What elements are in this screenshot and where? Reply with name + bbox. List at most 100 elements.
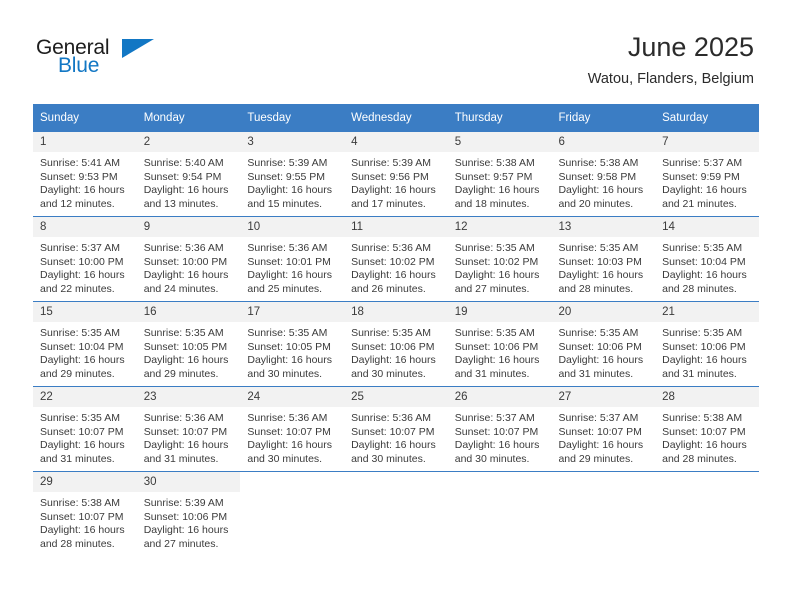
sunrise-text: Sunrise: 5:35 AM: [40, 327, 120, 339]
sunset-text: Sunset: 10:06 PM: [143, 510, 228, 523]
day-cell[interactable]: 18 Sunrise: 5:35 AM Sunset: 10:06 PM Daylig…: [344, 301, 448, 387]
day-number: 14: [655, 217, 759, 237]
day-cell[interactable]: 17 Sunrise: 5:35 AM Sunset: 10:05 PM Daylig…: [240, 301, 345, 387]
day-number: [655, 472, 759, 479]
day-number: 10: [240, 217, 345, 237]
triangle-logo-icon: [122, 39, 154, 58]
day-number: 21: [655, 302, 759, 322]
calendar-week-row: 15 Sunrise: 5:35 AM Sunset: 10:04 PM Daylig…: [33, 301, 759, 387]
day-cell[interactable]: 21 Sunrise: 5:35 AM Sunset: 10:06 PM Daylig…: [655, 301, 759, 387]
sunrise-text: Sunrise: 5:36 AM: [143, 412, 224, 424]
day-cell[interactable]: 26 Sunrise: 5:37 AM Sunset: 10:07 PM Daylig…: [447, 386, 552, 472]
sunset-text: Sunset: 9:54 PM: [143, 170, 222, 183]
day-cell[interactable]: 5 Sunrise: 5:38 AM Sunset: 9:57 PM Daylight…: [447, 132, 552, 217]
sunrise-text: Sunrise: 5:35 AM: [454, 327, 535, 339]
sunset-text: Sunset: 10:05 PM: [247, 340, 331, 353]
calendar-body: 1 Sunrise: 5:41 AM Sunset: 9:53 PM Daylight…: [33, 132, 759, 556]
day-cell[interactable]: 15 Sunrise: 5:35 AM Sunset: 10:04 PM Daylig…: [33, 301, 137, 387]
day-cell[interactable]: 10 Sunrise: 5:36 AM Sunset: 10:01 PM Daylig…: [240, 216, 345, 302]
weekday-header-friday: Friday: [551, 104, 656, 132]
day-cell[interactable]: 2 Sunrise: 5:40 AM Sunset: 9:54 PM Daylight…: [136, 132, 241, 217]
daylight-text-line2: and 27 minutes.: [143, 537, 219, 550]
day-cell[interactable]: 28 Sunrise: 5:38 AM Sunset: 10:07 PM Daylig…: [655, 386, 759, 472]
day-number: 11: [344, 217, 448, 237]
daylight-text-line2: and 25 minutes.: [247, 282, 323, 295]
sunset-text: Sunset: 10:04 PM: [662, 255, 746, 268]
daylight-text-line1: Daylight: 16 hours: [247, 354, 333, 367]
sunset-text: Sunset: 9:53 PM: [40, 170, 118, 183]
day-number: 27: [551, 387, 656, 407]
day-number: 25: [344, 387, 448, 407]
sunset-text: Sunset: 10:07 PM: [40, 425, 124, 438]
day-number: 12: [447, 217, 552, 237]
day-cell[interactable]: 27 Sunrise: 5:37 AM Sunset: 10:07 PM Daylig…: [551, 386, 656, 472]
day-cell[interactable]: 8 Sunrise: 5:37 AM Sunset: 10:00 PM Dayligh…: [33, 216, 137, 302]
day-number: 20: [551, 302, 656, 322]
sunset-text: Sunset: 10:06 PM: [558, 340, 642, 353]
sunrise-text: Sunrise: 5:35 AM: [143, 327, 224, 339]
daylight-text-line2: and 26 minutes.: [351, 282, 426, 295]
day-cell[interactable]: 4 Sunrise: 5:39 AM Sunset: 9:56 PM Daylight…: [344, 132, 448, 217]
daylight-text-line2: and 17 minutes.: [351, 197, 426, 210]
daylight-text-line1: Daylight: 16 hours: [351, 354, 436, 367]
day-cell[interactable]: 3 Sunrise: 5:39 AM Sunset: 9:55 PM Daylight…: [240, 132, 345, 217]
daylight-text-line1: Daylight: 16 hours: [351, 269, 436, 282]
weekday-header-thursday: Thursday: [447, 104, 552, 132]
daylight-text-line2: and 31 minutes.: [558, 367, 634, 380]
day-cell[interactable]: 11 Sunrise: 5:36 AM Sunset: 10:02 PM Daylig…: [344, 216, 448, 302]
day-cell[interactable]: 19 Sunrise: 5:35 AM Sunset: 10:06 PM Daylig…: [447, 301, 552, 387]
day-cell[interactable]: 14 Sunrise: 5:35 AM Sunset: 10:04 PM Daylig…: [655, 216, 759, 302]
day-cell[interactable]: 25 Sunrise: 5:36 AM Sunset: 10:07 PM Daylig…: [344, 386, 448, 472]
day-number: 22: [33, 387, 137, 407]
sunrise-text: Sunrise: 5:37 AM: [454, 412, 535, 424]
sunset-text: Sunset: 10:07 PM: [351, 425, 435, 438]
daylight-text-line1: Daylight: 16 hours: [558, 184, 644, 197]
day-cell[interactable]: 9 Sunrise: 5:36 AM Sunset: 10:00 PM Dayligh…: [136, 216, 241, 302]
day-cell-empty: [655, 471, 759, 556]
daylight-text-line1: Daylight: 16 hours: [662, 439, 747, 452]
day-cell[interactable]: 6 Sunrise: 5:38 AM Sunset: 9:58 PM Daylight…: [551, 132, 656, 217]
weekday-header-wednesday: Wednesday: [344, 104, 448, 132]
day-cell[interactable]: 13 Sunrise: 5:35 AM Sunset: 10:03 PM Daylig…: [551, 216, 656, 302]
day-cell[interactable]: 24 Sunrise: 5:36 AM Sunset: 10:07 PM Daylig…: [240, 386, 345, 472]
sunset-text: Sunset: 10:01 PM: [247, 255, 331, 268]
sunset-text: Sunset: 10:07 PM: [558, 425, 642, 438]
sunrise-text: Sunrise: 5:36 AM: [247, 242, 328, 254]
sunrise-text: Sunrise: 5:39 AM: [247, 157, 328, 169]
day-number: 7: [655, 132, 759, 152]
calendar-grid: Sunday Monday Tuesday Wednesday Thursday…: [33, 104, 759, 556]
daylight-text-line1: Daylight: 16 hours: [558, 269, 644, 282]
day-cell[interactable]: 29 Sunrise: 5:38 AM Sunset: 10:07 PM Daylig…: [33, 471, 137, 556]
day-cell[interactable]: 30 Sunrise: 5:39 AM Sunset: 10:06 PM Daylig…: [136, 471, 241, 556]
day-number: [240, 472, 345, 479]
day-number: 26: [447, 387, 552, 407]
sunrise-text: Sunrise: 5:40 AM: [143, 157, 224, 169]
daylight-text-line1: Daylight: 16 hours: [247, 269, 333, 282]
day-cell-empty: [344, 471, 448, 556]
day-number: 2: [136, 132, 241, 152]
daylight-text-line2: and 27 minutes.: [454, 282, 530, 295]
daylight-text-line2: and 30 minutes.: [247, 367, 323, 380]
day-cell[interactable]: 22 Sunrise: 5:35 AM Sunset: 10:07 PM Daylig…: [33, 386, 137, 472]
title-block: June 2025 Watou, Flanders, Belgium: [588, 30, 754, 88]
daylight-text-line2: and 31 minutes.: [454, 367, 530, 380]
sunset-text: Sunset: 9:58 PM: [558, 170, 637, 183]
day-cell[interactable]: 1 Sunrise: 5:41 AM Sunset: 9:53 PM Daylight…: [33, 132, 137, 217]
day-cell[interactable]: 16 Sunrise: 5:35 AM Sunset: 10:05 PM Daylig…: [136, 301, 241, 387]
day-cell[interactable]: 20 Sunrise: 5:35 AM Sunset: 10:06 PM Daylig…: [551, 301, 656, 387]
calendar-week-row: 8 Sunrise: 5:37 AM Sunset: 10:00 PM Dayligh…: [33, 216, 759, 302]
calendar-week-row: 22 Sunrise: 5:35 AM Sunset: 10:07 PM Daylig…: [33, 386, 759, 472]
day-number: 30: [136, 472, 241, 492]
sunrise-text: Sunrise: 5:35 AM: [351, 327, 432, 339]
brand-logo: General Blue: [36, 36, 236, 84]
sunrise-text: Sunrise: 5:36 AM: [351, 412, 432, 424]
daylight-text-line2: and 29 minutes.: [558, 452, 634, 465]
day-cell[interactable]: 23 Sunrise: 5:36 AM Sunset: 10:07 PM Daylig…: [136, 386, 241, 472]
daylight-text-line1: Daylight: 16 hours: [40, 354, 125, 367]
day-cell[interactable]: 7 Sunrise: 5:37 AM Sunset: 9:59 PM Daylight…: [655, 132, 759, 217]
sunset-text: Sunset: 10:05 PM: [143, 340, 228, 353]
day-cell-empty: [551, 471, 656, 556]
daylight-text-line1: Daylight: 16 hours: [351, 439, 436, 452]
day-cell[interactable]: 12 Sunrise: 5:35 AM Sunset: 10:02 PM Daylig…: [447, 216, 552, 302]
daylight-text-line2: and 13 minutes.: [143, 197, 219, 210]
